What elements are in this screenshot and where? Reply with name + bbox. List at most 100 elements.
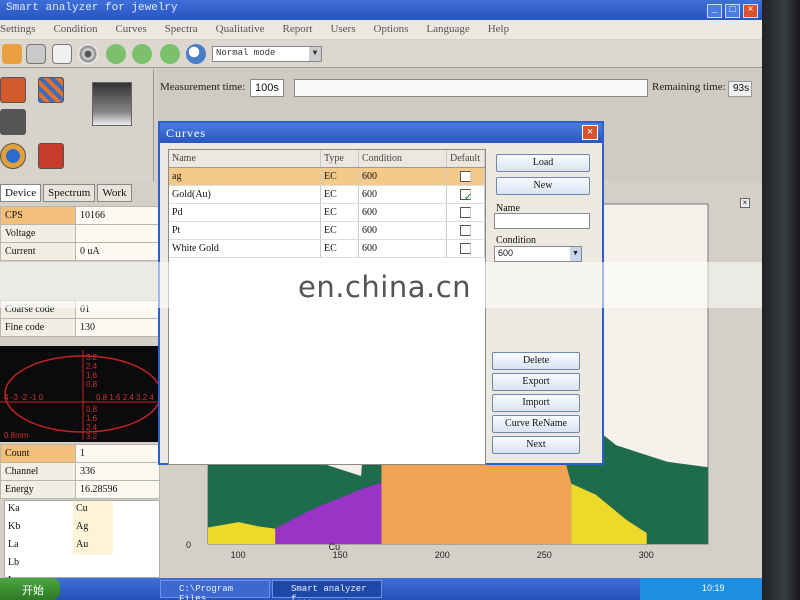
zoom-icon[interactable]	[186, 44, 206, 64]
prop-key: Energy	[0, 480, 76, 499]
curve-row[interactable]: White Gold EC 600	[169, 240, 485, 258]
import-button[interactable]: Import	[492, 394, 580, 412]
remaining-time-value: 93s	[728, 81, 752, 97]
curve-type: EC	[321, 204, 359, 221]
new-button[interactable]: New	[496, 177, 590, 195]
curve-default-cell	[447, 240, 485, 257]
left-right-arrow-icon[interactable]	[132, 44, 152, 64]
prop-key: CPS	[0, 206, 76, 225]
prop-key: Voltage	[0, 224, 76, 243]
menu-options[interactable]: Options	[374, 23, 409, 39]
start-button[interactable]: 开始	[0, 578, 60, 600]
tick-label: 2.4	[86, 423, 98, 432]
prop-value: 336	[75, 462, 160, 481]
prop-value: 0 uA	[75, 242, 160, 261]
curve-row[interactable]: Pd EC 600	[169, 204, 485, 222]
column-header-name[interactable]: Name	[169, 150, 321, 167]
taskbar-item-label: C:\Program Files	[179, 584, 234, 600]
delete-button[interactable]: Delete	[492, 352, 580, 370]
menu-condition[interactable]: Condition	[53, 23, 97, 39]
name-input[interactable]	[494, 213, 590, 229]
minimize-button[interactable]: _	[707, 4, 722, 18]
curve-condition: 600	[359, 186, 447, 203]
copy-icon[interactable]	[52, 44, 72, 64]
element-name[interactable]: Cu	[73, 501, 113, 519]
element-name[interactable]: Au	[73, 537, 113, 555]
measurement-time-value[interactable]: 100s	[250, 79, 284, 97]
remaining-time-label: Remaining time:	[652, 81, 726, 93]
default-checkbox-checked[interactable]: ✓	[460, 189, 472, 203]
curve-condition: 600	[359, 222, 447, 239]
menu-help[interactable]: Help	[488, 23, 509, 39]
watermark-text: en.china.cn	[298, 270, 472, 304]
system-tray: 10:19	[640, 578, 764, 600]
table-row: CPS 10166	[0, 206, 160, 225]
default-checkbox[interactable]	[460, 171, 471, 182]
clock-icon[interactable]	[0, 143, 26, 169]
prop-value: 130	[75, 318, 160, 337]
maximize-button[interactable]: □	[725, 4, 740, 18]
default-checkbox[interactable]	[460, 225, 471, 236]
y-tick-label: 0	[186, 540, 191, 550]
close-button[interactable]: ×	[743, 4, 758, 18]
toolbar: Normal mode ▼	[0, 40, 764, 68]
column-header-type[interactable]: Type	[321, 150, 359, 167]
default-checkbox[interactable]	[460, 207, 471, 218]
curve-type: EC	[321, 186, 359, 203]
column-header-default[interactable]: Default	[447, 150, 485, 167]
menu-qualitative[interactable]: Qualitative	[216, 23, 265, 39]
spectrum-close-icon[interactable]: ×	[740, 198, 750, 208]
chart-icon[interactable]	[38, 77, 64, 103]
load-button[interactable]: Load	[496, 154, 590, 172]
tab-device[interactable]: Device	[0, 184, 42, 202]
export-button[interactable]: Export	[492, 373, 580, 391]
dialog-title: Curves	[160, 123, 602, 143]
clock[interactable]: 10:19	[702, 583, 725, 593]
taskbar-item-label: Smart analyzer f...	[291, 584, 367, 600]
report-icon[interactable]	[38, 143, 64, 169]
sample-position-plot[interactable]: 3.2 2.4 1.6 0.8 0.8 1.6 2.4 3.2 4 -3 -2 …	[0, 346, 166, 442]
prop-value: 16.28596	[75, 480, 160, 499]
curve-default-cell	[447, 204, 485, 221]
up-arrow-icon[interactable]	[106, 44, 126, 64]
mode-select[interactable]: Normal mode ▼	[212, 46, 322, 62]
taskbar-item-explorer[interactable]: C:\Program Files	[160, 580, 270, 600]
curve-row[interactable]: Pt EC 600	[169, 222, 485, 240]
tick-label: 0.8	[86, 405, 98, 414]
screen: Smart analyzer for jewelry _ □ × Setting…	[0, 0, 764, 600]
gear-icon[interactable]	[0, 77, 26, 103]
default-checkbox[interactable]	[460, 243, 471, 254]
tab-spectrum[interactable]: Spectrum	[43, 184, 96, 202]
prop-key: Count	[0, 444, 76, 463]
peak-label: Cu	[329, 542, 341, 552]
device-icon[interactable]	[26, 44, 46, 64]
curve-default-cell	[447, 168, 485, 185]
next-button[interactable]: Next	[492, 436, 580, 454]
measurement-time-label: Measurement time:	[160, 81, 246, 93]
menu-language[interactable]: Language	[426, 23, 469, 39]
curve-rename-button[interactable]: Curve ReName	[492, 415, 580, 433]
open-icon[interactable]	[2, 44, 22, 64]
curve-row[interactable]: Gold(Au) EC 600 ✓	[169, 186, 485, 204]
curve-name: ag	[169, 168, 321, 185]
tab-work[interactable]: Work	[97, 184, 132, 202]
taskbar-item-analyzer[interactable]: Smart analyzer f...	[272, 580, 382, 600]
column-header-condition[interactable]: Condition	[359, 150, 447, 167]
condition-select[interactable]: 600 ▼	[494, 246, 582, 262]
calculator-icon[interactable]	[0, 109, 26, 135]
move-icon[interactable]	[160, 44, 180, 64]
x-tick-label: 100	[231, 550, 246, 560]
window-title-bar[interactable]: Smart analyzer for jewelry _ □ ×	[0, 0, 764, 22]
element-name[interactable]: Ag	[73, 519, 113, 537]
menu-users[interactable]: Users	[330, 23, 355, 39]
menu-report[interactable]: Report	[283, 23, 313, 39]
menu-settings[interactable]: Settings	[0, 23, 35, 39]
dialog-close-button[interactable]: ×	[582, 125, 598, 140]
curve-row[interactable]: ag EC 600	[169, 168, 485, 186]
chevron-down-icon: ▼	[309, 47, 321, 61]
menu-spectra[interactable]: Spectra	[165, 23, 198, 39]
line-name: Kb	[8, 521, 21, 532]
target-icon[interactable]	[78, 44, 98, 64]
camera-preview	[92, 82, 132, 126]
menu-curves[interactable]: Curves	[115, 23, 146, 39]
